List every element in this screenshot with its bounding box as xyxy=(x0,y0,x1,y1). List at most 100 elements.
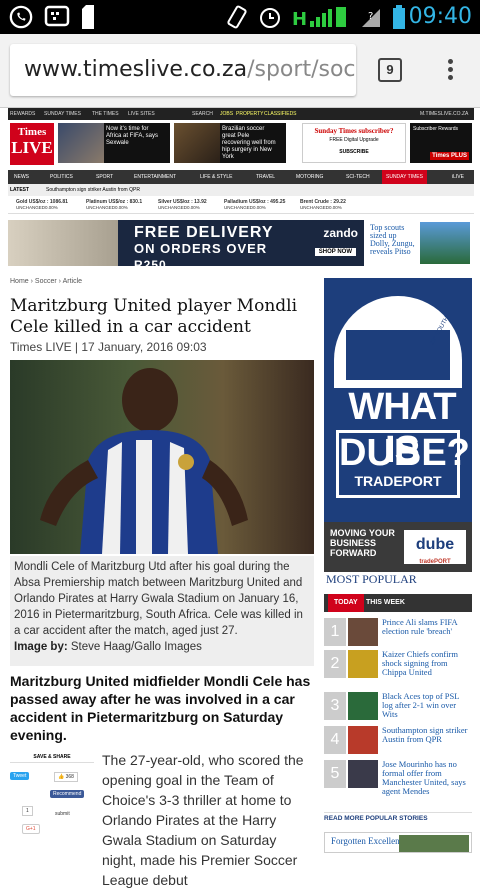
toplink[interactable]: SUNDAY TIMES xyxy=(44,111,81,117)
breadcrumb-article[interactable]: Article xyxy=(63,278,82,285)
story-link[interactable]: Kaizer Chiefs confirm shock signing from… xyxy=(382,650,472,677)
ticker-item: Gold US$/oz : 1086.81 UNCHANGED0.00% xyxy=(16,199,68,210)
ad-text: FREE DELIVERY ON ORDERS OVER R250 xyxy=(134,224,274,267)
article-photo xyxy=(10,360,314,554)
list-item[interactable]: 2 Kaizer Chiefs confirm shock signing fr… xyxy=(324,650,472,680)
toplink[interactable]: JOBS xyxy=(220,111,233,117)
share-panel: SAVE & SHARE Tweet 👍 368 Recommend 1 sub… xyxy=(10,752,94,853)
scout-image xyxy=(420,222,470,264)
forgotten-text: Forgotten Excellent xyxy=(331,836,403,846)
nav-politics[interactable]: POLITICS xyxy=(50,174,73,180)
rank-number: 5 xyxy=(324,760,346,788)
ad-footer: MOVING YOUR BUSINESS FORWARD dube tradePO… xyxy=(324,522,472,572)
caption-text: Mondli Cele of Maritzburg Utd after his … xyxy=(14,561,303,637)
story-link[interactable]: Black Aces top of PSL log after 2-1 win … xyxy=(382,692,472,719)
latest-label: LATEST xyxy=(10,187,30,193)
main-nav: NEWS POLITICS SPORT ENTERTAINMENT LIFE &… xyxy=(8,170,474,184)
thumbnail xyxy=(348,618,378,646)
toplink[interactable]: M.TIMESLIVE.CO.ZA xyxy=(420,111,468,117)
ticker-item: Palladium US$/oz : 495.25 UNCHANGED0.00% xyxy=(224,199,286,210)
mobile-signal-icon: ? xyxy=(362,9,380,27)
promo-text: Now it's time for Africa at FIFA, says S… xyxy=(106,126,159,146)
story-link[interactable]: Southampton sign striker Austin from QPR xyxy=(382,726,472,744)
thumbnail xyxy=(348,650,378,678)
image-credit: Steve Haag/Gallo Images xyxy=(70,641,202,653)
nav-sci-tech[interactable]: SCI-TECH xyxy=(346,174,370,180)
zando-ad-banner[interactable]: FREE DELIVERY ON ORDERS OVER R250 zando … xyxy=(8,220,364,266)
breadcrumb-soccer[interactable]: Soccer xyxy=(35,278,57,285)
nav-life-style[interactable]: LIFE & STYLE xyxy=(200,174,233,180)
toplink[interactable]: SEARCH xyxy=(192,111,213,117)
nav-sport[interactable]: SPORT xyxy=(96,174,113,180)
dube-tradeport-ad[interactable]: 29° SOUTH WHAT IS DUBE? TRADEPORT MOVING… xyxy=(324,278,472,572)
breadcrumb: Home › Soccer › Article xyxy=(10,278,83,285)
subscribe-button[interactable]: SUBSCRIBE xyxy=(303,149,405,155)
player-illustration xyxy=(40,368,248,554)
tab-today[interactable]: TODAY xyxy=(328,594,364,612)
article-body: The 27-year-old, who scored the opening … xyxy=(102,752,304,888)
latest-headline[interactable]: Southampton sign striker Austin from QPR xyxy=(46,187,140,193)
tab-this-week[interactable]: THIS WEEK xyxy=(360,594,411,612)
article-byline: Times LIVE | 17 January, 2016 09:03 xyxy=(10,340,207,354)
promo-image xyxy=(58,123,104,163)
nav-sunday-times[interactable]: SUNDAY TIMES xyxy=(382,170,427,184)
thumbnail xyxy=(348,760,378,788)
signal-icon: H xyxy=(292,7,346,29)
like-count[interactable]: 👍 368 xyxy=(54,772,78,782)
site-logo[interactable]: Times LIVE xyxy=(10,123,54,165)
site-header: Times LIVE Now it's time for Africa at F… xyxy=(8,120,474,170)
subscriber-rewards[interactable]: Subscriber Rewards Times PLUS xyxy=(410,123,472,163)
gplus-button[interactable]: G+1 xyxy=(22,824,40,834)
toplink[interactable]: THE TIMES xyxy=(92,111,119,117)
bbm-icon xyxy=(44,5,70,27)
logo-top: Times xyxy=(17,126,47,138)
latest-ticker: LATEST Southampton sign striker Austin f… xyxy=(8,184,474,196)
ticker-item: Silver US$/oz : 13.92 UNCHANGED0.00% xyxy=(158,199,207,210)
thumbnail xyxy=(348,692,378,720)
promo-image xyxy=(174,123,220,163)
list-item[interactable]: 1 Prince Ali slams FIFA election rule 'b… xyxy=(324,618,472,648)
article-headline: Maritzburg United player Mondli Cele kil… xyxy=(10,296,298,337)
vibrate-icon xyxy=(227,5,247,29)
toplink[interactable]: PROPERTY xyxy=(236,111,263,117)
shop-now-button[interactable]: SHOP NOW xyxy=(314,248,356,256)
most-popular-title: MOST POPULAR xyxy=(326,572,417,586)
toplink[interactable]: REWARDS xyxy=(10,111,35,117)
read-more-link[interactable]: READ MORE POPULAR STORIES xyxy=(324,812,472,822)
image-by-label: Image by: xyxy=(14,641,68,653)
ticker-item: Platinum US$/oz : 830.1 UNCHANGED0.00% xyxy=(86,199,143,210)
list-item[interactable]: 5 Jose Mourinho has no formal offer from… xyxy=(324,760,472,804)
nav-travel[interactable]: TRAVEL xyxy=(256,174,275,180)
tweet-button[interactable]: Tweet xyxy=(10,772,30,780)
share-title: SAVE & SHARE xyxy=(10,752,94,763)
browser-toolbar: www.timeslive.co.za/sport/soc 9 xyxy=(0,34,480,108)
promo-sexwale[interactable]: Now it's time for Africa at FIFA, says S… xyxy=(58,123,170,163)
submit-button[interactable]: submit xyxy=(52,810,73,818)
forgotten-promo[interactable]: Forgotten Excellent xyxy=(324,832,472,853)
alarm-icon xyxy=(260,8,280,28)
rank-number: 1 xyxy=(324,618,346,646)
breadcrumb-home[interactable]: Home xyxy=(10,278,29,285)
list-item[interactable]: 3 Black Aces top of PSL log after 2-1 wi… xyxy=(324,692,472,722)
rank-number: 4 xyxy=(324,726,346,754)
nav-motoring[interactable]: MOTORING xyxy=(296,174,323,180)
url-input[interactable]: www.timeslive.co.za/sport/soc xyxy=(10,44,356,96)
sunday-times-promo[interactable]: Sunday Times subscriber? FREE Digital Up… xyxy=(302,123,406,163)
nav-ilive[interactable]: iLIVE xyxy=(452,174,464,180)
gplus-count: 1 xyxy=(22,806,33,816)
toplink[interactable]: CLASSIFIEDS xyxy=(264,111,297,117)
nav-entertainment[interactable]: ENTERTAINMENT xyxy=(134,174,176,180)
tab-switcher-button[interactable]: 9 xyxy=(378,58,402,82)
list-item[interactable]: 4 Southampton sign striker Austin from Q… xyxy=(324,726,472,756)
nav-news[interactable]: NEWS xyxy=(14,174,29,180)
scout-promo[interactable]: Top scouts sized up Dolly, Zungu, reveal… xyxy=(368,222,472,266)
url-path: /sport/soc xyxy=(247,57,356,82)
overflow-menu-icon[interactable] xyxy=(440,56,460,86)
promo-pele[interactable]: Brazilian soccer great Pele recovering w… xyxy=(174,123,286,163)
story-link[interactable]: Prince Ali slams FIFA election rule 'bre… xyxy=(382,618,472,636)
story-link[interactable]: Jose Mourinho has no formal offer from M… xyxy=(382,760,472,796)
rewards-title: Subscriber Rewards xyxy=(413,126,459,132)
toplink[interactable]: LIVE SITES xyxy=(128,111,155,117)
thumbnail xyxy=(348,726,378,754)
recommend-button[interactable]: Recommend xyxy=(50,790,85,798)
